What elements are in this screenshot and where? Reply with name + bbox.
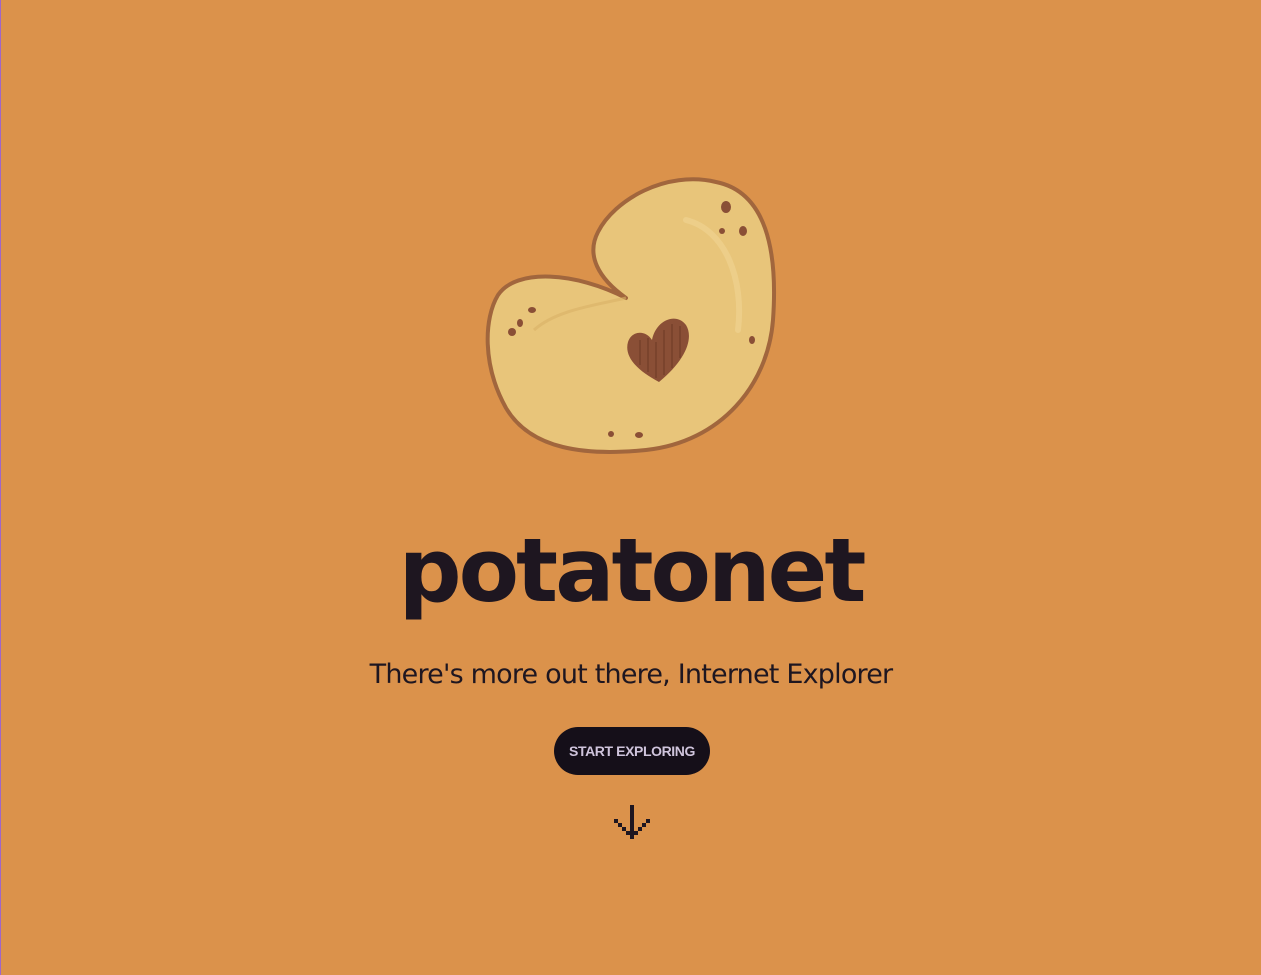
potato-logo xyxy=(476,160,786,460)
pixel-arrow-down-icon xyxy=(614,805,650,839)
tagline: There's more out there, Internet Explore… xyxy=(369,659,894,690)
scroll-down-button[interactable] xyxy=(613,805,653,845)
start-exploring-button[interactable]: START EXPLORING xyxy=(554,727,710,775)
hero-page: potatonet There's more out there, Intern… xyxy=(1,0,1261,975)
brand-name: potatonet xyxy=(398,519,867,622)
potato-heart-icon xyxy=(485,177,777,454)
